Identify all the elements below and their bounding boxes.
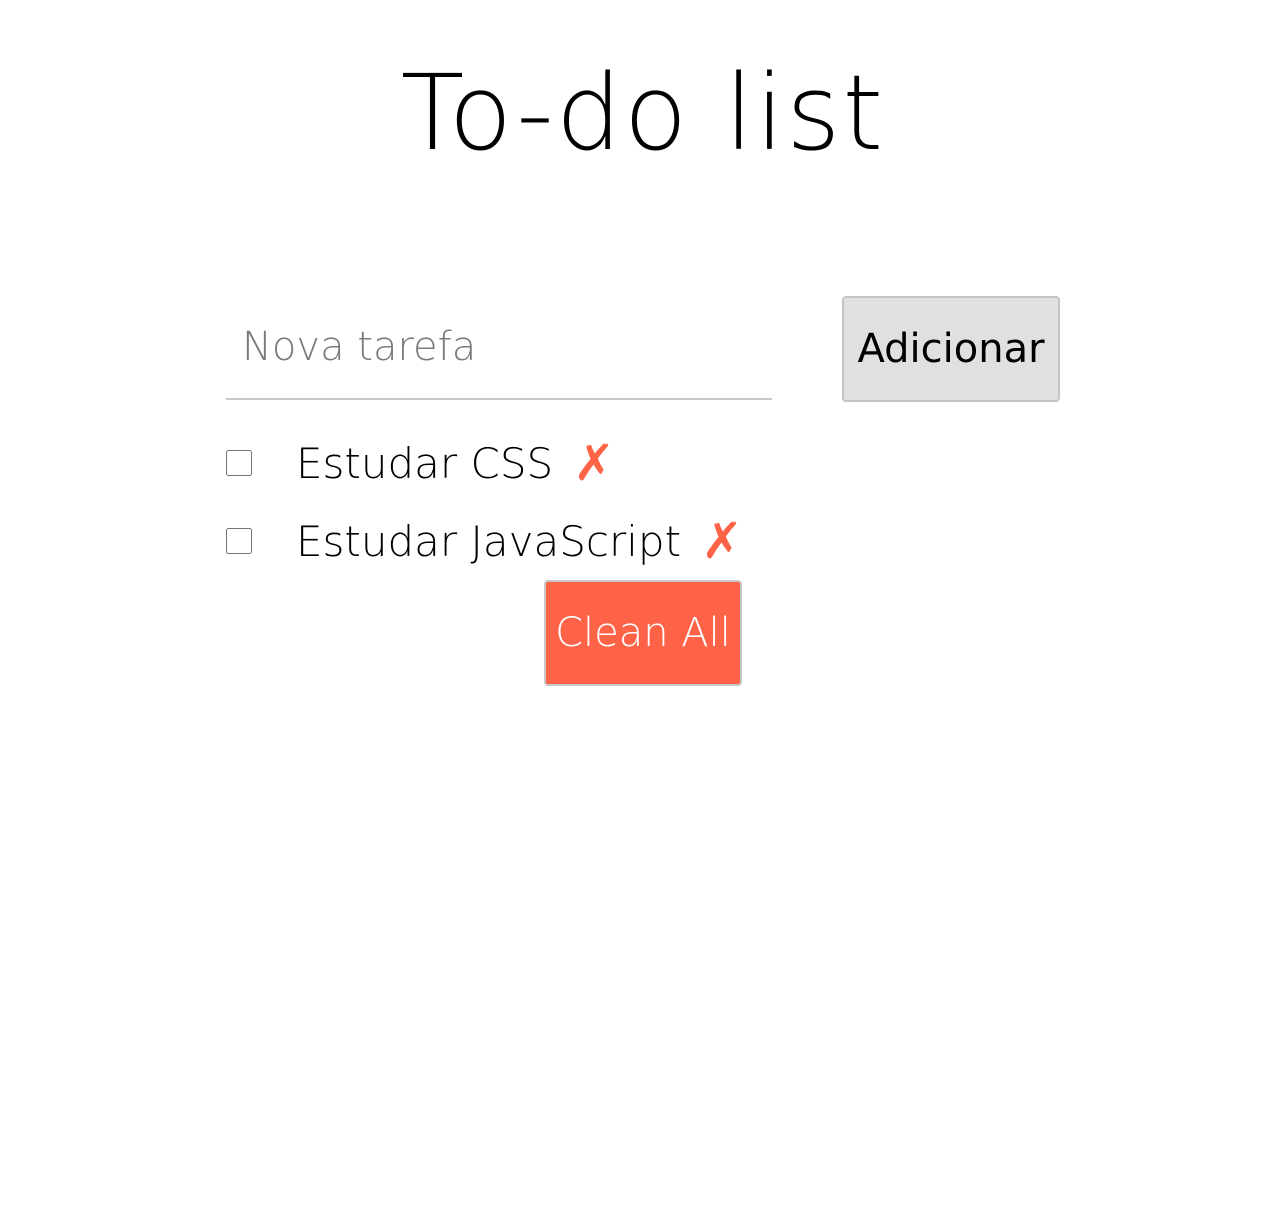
page-title: To-do list xyxy=(400,52,886,174)
todo-app: To-do list Adicionar Estudar CSS ✗ Estud… xyxy=(0,0,1286,1216)
delete-task-icon[interactable]: ✗ xyxy=(573,438,615,488)
task-label: Estudar JavaScript xyxy=(296,516,682,566)
new-task-input[interactable] xyxy=(226,296,772,400)
task-item: Estudar JavaScript ✗ xyxy=(226,502,743,580)
task-item: Estudar CSS ✗ xyxy=(226,424,743,502)
task-checkbox[interactable] xyxy=(226,528,252,554)
clean-all-button[interactable]: Clean All xyxy=(544,580,742,686)
task-label: Estudar CSS xyxy=(296,438,554,488)
add-task-button[interactable]: Adicionar xyxy=(842,296,1060,402)
task-checkbox[interactable] xyxy=(226,450,252,476)
task-list: Estudar CSS ✗ Estudar JavaScript ✗ xyxy=(226,424,743,580)
delete-task-icon[interactable]: ✗ xyxy=(701,516,743,566)
